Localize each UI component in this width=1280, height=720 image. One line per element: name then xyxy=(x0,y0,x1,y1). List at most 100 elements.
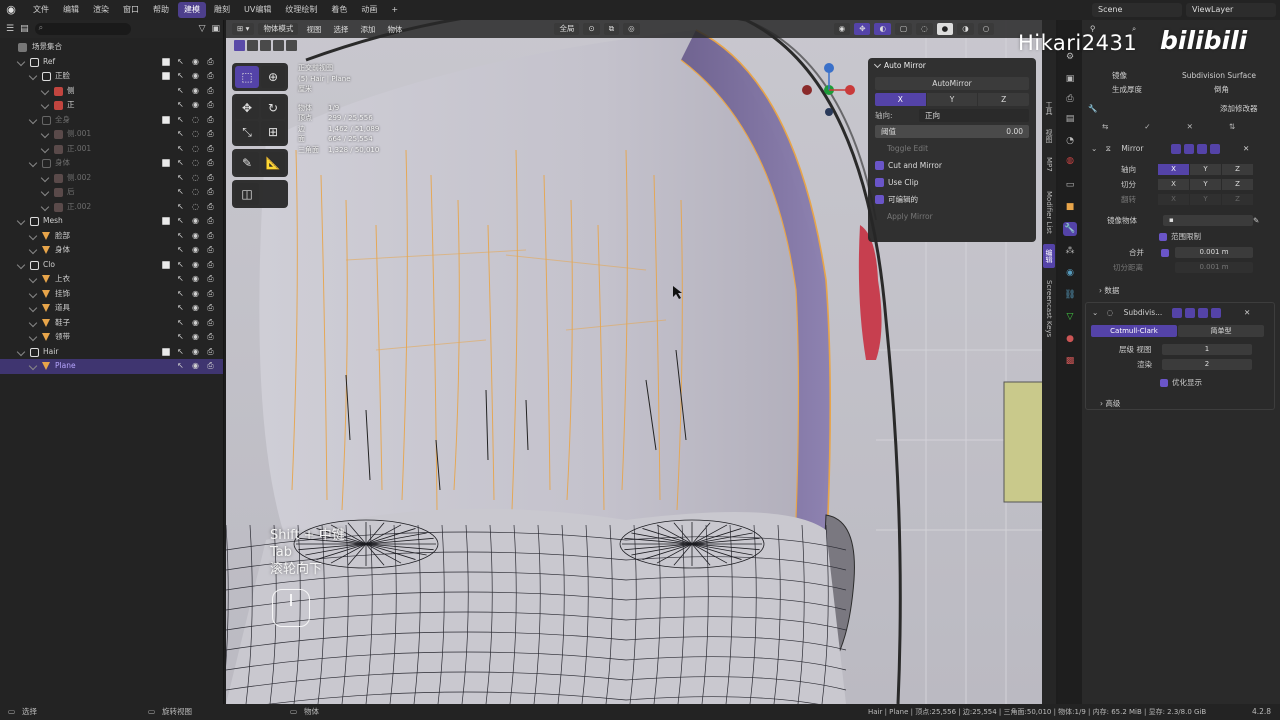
sidebar-tab-edit[interactable]: 编辑 xyxy=(1043,244,1055,268)
mirror-modifier-header[interactable]: ⌄ ⧖ Mirror xyxy=(1091,142,1143,155)
camera-icon[interactable]: ⎙ xyxy=(206,272,215,283)
eye-icon[interactable]: ◌ xyxy=(191,156,200,167)
add-modifier-button[interactable]: 添加修改器 xyxy=(1220,102,1258,115)
workspace-tab-shading[interactable]: 着色 xyxy=(325,2,353,18)
eye-icon[interactable]: ◉ xyxy=(191,98,200,109)
overlay-toggle-icon[interactable]: ◐ xyxy=(874,23,892,35)
expand-arrow-icon[interactable] xyxy=(28,318,38,327)
camera-icon[interactable]: ⎙ xyxy=(206,113,215,124)
select-icon[interactable]: ↖ xyxy=(176,316,185,327)
expand-arrow-icon[interactable] xyxy=(28,158,38,168)
close-icon[interactable]: ✕ xyxy=(1244,306,1250,319)
axis-z-button[interactable]: Z xyxy=(978,93,1030,106)
solidify-shortcut[interactable]: 生成厚度 xyxy=(1112,83,1142,96)
viewport-menu-view[interactable]: 视图 xyxy=(302,24,325,35)
add-cube-tool-icon[interactable]: ◫ xyxy=(235,183,259,205)
select-icon[interactable]: ↖ xyxy=(176,214,185,225)
outliner-item[interactable]: Mesh ↖ ◉ ⎙ xyxy=(0,214,223,229)
select-icon[interactable]: ↖ xyxy=(176,156,185,167)
select-icon[interactable]: ↖ xyxy=(176,229,185,240)
select-icon[interactable]: ↖ xyxy=(176,127,185,138)
eye-icon[interactable]: ◌ xyxy=(191,127,200,138)
select-icon[interactable]: ↖ xyxy=(176,98,185,109)
sidebar-tab-modifier-list[interactable]: Modifier List xyxy=(1043,184,1055,240)
eye-icon[interactable]: ◉ xyxy=(191,55,200,66)
select-icon[interactable]: ↖ xyxy=(176,272,185,283)
clipping-checkbox[interactable]: 范围限制 xyxy=(1159,230,1201,243)
select-icon[interactable]: ↖ xyxy=(176,200,185,211)
threshold-slider[interactable]: 阈值 0.00 xyxy=(875,125,1029,138)
expand-arrow-icon[interactable] xyxy=(28,289,38,298)
expand-arrow-icon[interactable] xyxy=(16,57,26,66)
world-properties-icon[interactable]: ◍ xyxy=(1063,154,1077,168)
render-properties-icon[interactable]: ▣ xyxy=(1063,72,1077,86)
camera-icon[interactable]: ⎙ xyxy=(206,98,215,109)
expand-arrow-icon[interactable] xyxy=(28,361,38,371)
expand-arrow-icon[interactable] xyxy=(28,274,38,284)
outliner-item[interactable]: 鞋子 ↖ ◉ ⎙ xyxy=(0,316,223,331)
workspace-tab-texture-paint[interactable]: 纹理绘制 xyxy=(279,2,323,18)
shading-solid-icon[interactable]: ● xyxy=(936,23,954,35)
add-workspace-button[interactable]: + xyxy=(385,2,404,18)
select-intersect-icon[interactable] xyxy=(286,40,297,51)
expand-arrow-icon[interactable] xyxy=(28,71,38,81)
expand-arrow-icon[interactable] xyxy=(40,129,50,139)
outliner-item[interactable]: 正.001 ↖ ◌ ⎙ xyxy=(0,142,223,157)
mirror-axis-buttons[interactable]: XYZ xyxy=(1158,164,1253,175)
camera-icon[interactable]: ⎙ xyxy=(206,185,215,196)
outliner-item[interactable]: 侧.001 ↖ ◌ ⎙ xyxy=(0,127,223,142)
editor-type-button[interactable]: ⊞ ▾ xyxy=(232,23,255,35)
viewport-menu-select[interactable]: 选择 xyxy=(329,24,352,35)
outliner-item[interactable]: 正 ↖ ◉ ⎙ xyxy=(0,98,223,113)
outliner-item[interactable]: 侧.002 ↖ ◌ ⎙ xyxy=(0,171,223,186)
eye-icon[interactable]: ◉ xyxy=(191,359,200,370)
auto-mirror-button[interactable]: AutoMirror xyxy=(875,77,1029,90)
eye-icon[interactable]: ◉ xyxy=(191,84,200,95)
check-icon[interactable]: ✓ xyxy=(1144,120,1150,133)
outliner-item[interactable]: 道具 ↖ ◉ ⎙ xyxy=(0,301,223,316)
new-collection-icon[interactable]: ▣ xyxy=(212,24,221,34)
camera-icon[interactable]: ⎙ xyxy=(206,301,215,312)
outliner-search-input[interactable] xyxy=(34,22,131,35)
interaction-mode-dropdown[interactable]: 物体模式 xyxy=(258,23,299,35)
outliner-item[interactable]: 身体 ↖ ◌ ⎙ xyxy=(0,156,223,171)
expand-arrow-icon[interactable] xyxy=(40,187,50,197)
cut-and-mirror-checkbox[interactable]: Cut and Mirror xyxy=(875,159,1029,172)
levels-viewport-field[interactable]: 1 xyxy=(1162,344,1252,355)
mirror-bisect-buttons[interactable]: XYZ xyxy=(1158,179,1253,190)
expand-icon[interactable]: ⇆ xyxy=(1102,120,1108,133)
expand-arrow-icon[interactable] xyxy=(16,347,26,356)
workspace-tab-animation[interactable]: 动画 xyxy=(355,2,383,18)
exclude-checkbox[interactable] xyxy=(162,159,170,167)
move-tool-icon[interactable]: ✥ xyxy=(235,97,259,119)
outliner-item[interactable]: 身体 ↖ ◉ ⎙ xyxy=(0,243,223,258)
select-extend-icon[interactable] xyxy=(247,40,258,51)
select-icon[interactable]: ↖ xyxy=(176,113,185,124)
apply-mirror-checkbox[interactable]: Apply Mirror xyxy=(875,210,1029,223)
select-icon[interactable]: ↖ xyxy=(176,258,185,269)
camera-icon[interactable]: ⎙ xyxy=(206,287,215,298)
transform-orientation-dropdown[interactable]: 全局 xyxy=(554,23,580,35)
eye-icon[interactable]: ◌ xyxy=(191,185,200,196)
exclude-checkbox[interactable] xyxy=(162,115,170,124)
eye-icon[interactable]: ◌ xyxy=(191,113,200,124)
expand-arrow-icon[interactable] xyxy=(16,260,26,269)
select-icon[interactable]: ↖ xyxy=(176,287,185,298)
remove-icon[interactable]: ✕ xyxy=(1187,120,1193,133)
camera-icon[interactable]: ⎙ xyxy=(206,229,215,240)
close-icon[interactable]: ✕ xyxy=(1243,142,1249,155)
select-icon[interactable]: ↖ xyxy=(176,69,185,80)
auto-mirror-title[interactable]: Auto Mirror xyxy=(868,58,1036,74)
viewport-menu-add[interactable]: 添加 xyxy=(356,24,379,35)
annotate-tool-icon[interactable]: ✎ xyxy=(235,152,259,174)
view-layer-selector[interactable]: ViewLayer xyxy=(1186,3,1276,17)
axis-x-button[interactable]: X xyxy=(875,93,926,106)
sidebar-tab-mp7[interactable]: MP7 xyxy=(1043,152,1055,176)
expand-arrow-icon[interactable] xyxy=(40,173,50,182)
camera-icon[interactable]: ⎙ xyxy=(206,316,215,327)
mirror-object-field[interactable]: ▪ xyxy=(1163,215,1253,226)
display-mode-icon[interactable]: ▤ xyxy=(20,24,29,34)
select-icon[interactable]: ↖ xyxy=(176,359,185,370)
scale-tool-icon[interactable]: ⤡ xyxy=(235,121,259,143)
merge-distance-field[interactable]: 0.001 m xyxy=(1175,247,1253,258)
